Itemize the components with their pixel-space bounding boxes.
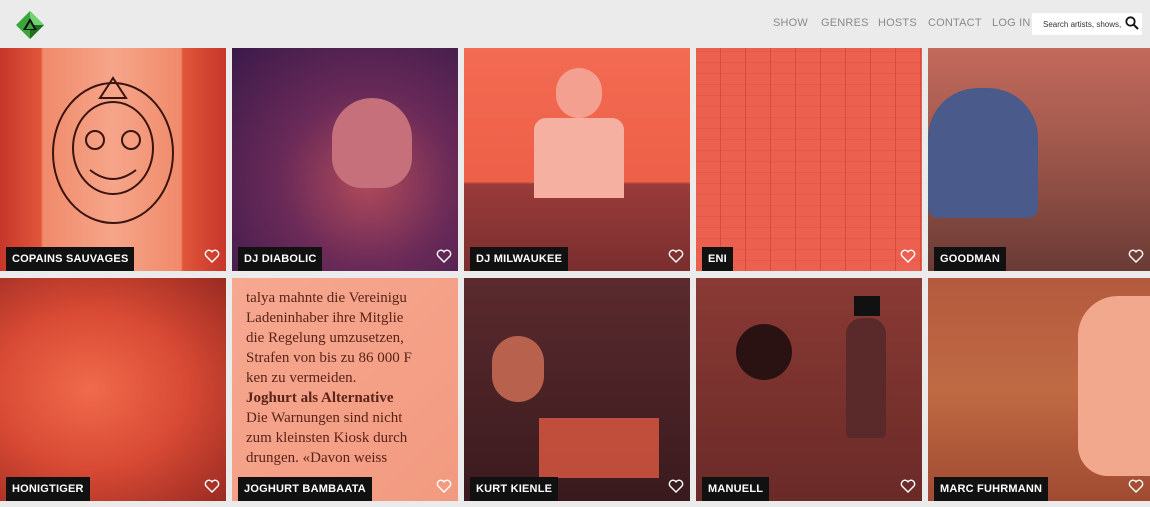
artist-tile-dj-milwaukee[interactable]: DJ MILWAUKEE (464, 48, 690, 271)
studio-equipment-shape (539, 418, 659, 478)
person-shape (492, 336, 544, 402)
artist-tile-kurt-kienle[interactable]: KURT KIENLE (464, 278, 690, 501)
artist-image (0, 278, 226, 501)
artist-tile-goodman[interactable]: GOODMAN (928, 48, 1150, 271)
search-box (1032, 13, 1142, 35)
heart-outline-icon[interactable] (204, 479, 220, 493)
artist-name: HONIGTIGER (6, 477, 90, 501)
artist-name: JOGHURT BAMBAATA (238, 477, 372, 501)
artist-tile-marc-fuhrmann[interactable]: MARC FUHRMANN (928, 278, 1150, 501)
heart-outline-icon[interactable] (1128, 249, 1144, 263)
heart-outline-icon[interactable] (204, 249, 220, 263)
person-shape (556, 68, 602, 118)
person-body-shape (534, 118, 624, 198)
nav-contact[interactable]: CONTACT (928, 17, 982, 29)
heart-outline-icon[interactable] (436, 249, 452, 263)
heart-outline-icon[interactable] (900, 249, 916, 263)
artist-tile-joghurt-bambaata[interactable]: talya mahnte die Vereinigu Ladeninhaber i… (232, 278, 458, 501)
search-icon[interactable] (1125, 16, 1139, 30)
nav-hosts[interactable]: HOSTS (878, 17, 917, 29)
site-header: SHOW GENRES HOSTS CONTACT LOG IN (0, 0, 1150, 48)
artist-name: MARC FUHRMANN (934, 477, 1049, 501)
nav-show[interactable]: SHOW (773, 17, 808, 29)
artist-name: GOODMAN (934, 247, 1007, 271)
person-hood-shape (928, 88, 1038, 218)
nav-genres[interactable]: GENRES (821, 17, 869, 29)
artist-image (696, 278, 922, 501)
artist-image (696, 48, 922, 271)
artist-tile-eni[interactable]: ENI (696, 48, 922, 271)
heart-outline-icon[interactable] (668, 479, 684, 493)
mask-artwork-image (52, 76, 174, 224)
artist-tile-copains-sauvages[interactable]: COPAINS SAUVAGES (0, 48, 226, 271)
person-shape (846, 318, 886, 438)
artist-name: DJ DIABOLIC (238, 247, 323, 271)
artist-name: ENI (702, 247, 733, 271)
artist-name: COPAINS SAUVAGES (6, 247, 135, 271)
heart-outline-icon[interactable] (436, 479, 452, 493)
newspaper-text-image: talya mahnte die Vereinigu Ladeninhaber i… (246, 290, 412, 466)
top-hat-shape (854, 296, 880, 316)
artist-tile-honigtiger[interactable]: HONIGTIGER (0, 278, 226, 501)
person-shape (332, 98, 412, 188)
nav-log-in[interactable]: LOG IN (992, 17, 1031, 29)
artist-tile-manuell[interactable]: MANUELL (696, 278, 922, 501)
artist-name: KURT KIENLE (470, 477, 559, 501)
search-input[interactable] (1032, 13, 1124, 35)
heart-outline-icon[interactable] (900, 479, 916, 493)
diamond-cube-logo-icon[interactable] (14, 9, 46, 41)
artist-tile-dj-diabolic[interactable]: DJ DIABOLIC (232, 48, 458, 271)
heart-outline-icon[interactable] (668, 249, 684, 263)
person-shape (1078, 296, 1150, 476)
porthole-shape (736, 324, 792, 380)
heart-outline-icon[interactable] (1128, 479, 1144, 493)
artist-name: DJ MILWAUKEE (470, 247, 569, 271)
artist-name: MANUELL (702, 477, 770, 501)
